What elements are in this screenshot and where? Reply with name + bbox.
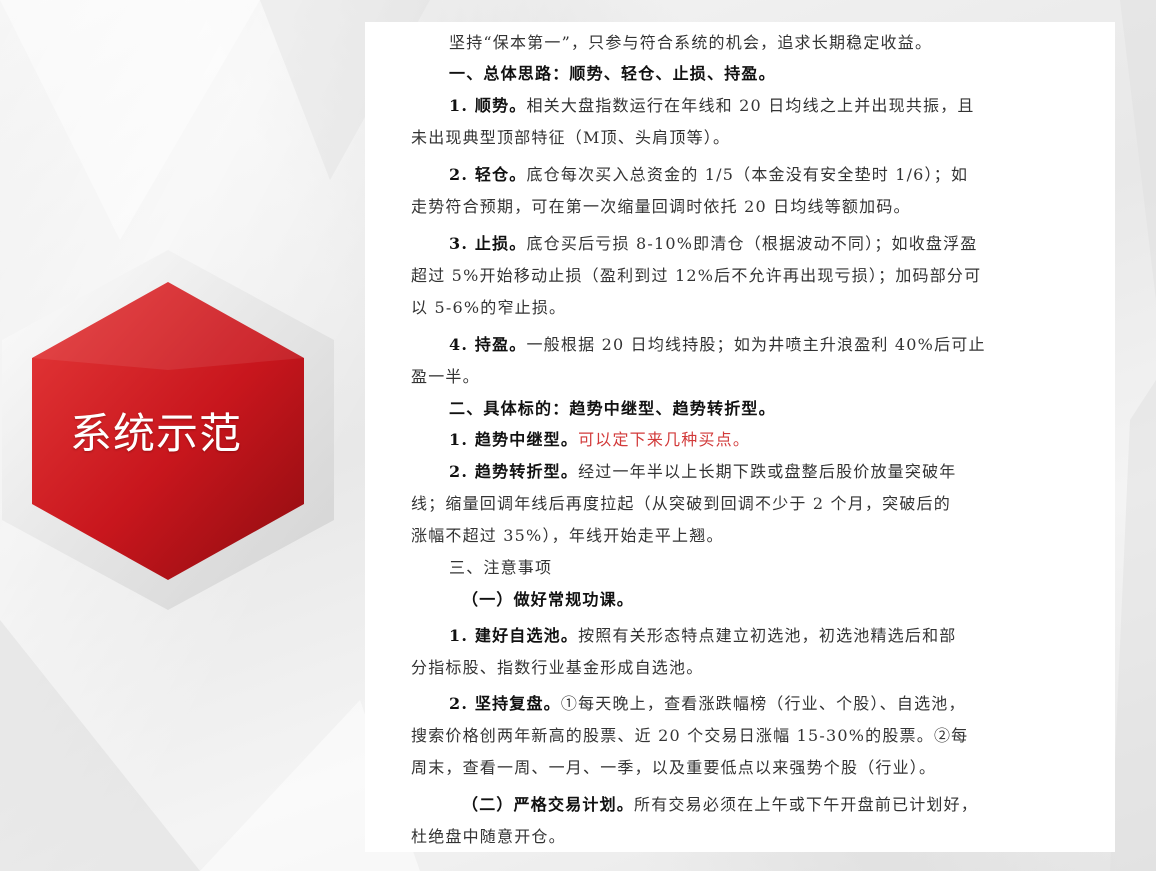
document-line: 4. 持盈。一般根据 20 日均线持股；如为井喷主升浪盈利 40%后可止 xyxy=(449,335,986,355)
line-heading: 1. 顺势。 xyxy=(449,96,527,115)
document-line: 三、注意事项 xyxy=(449,558,552,578)
document-line: （一）做好常规功课。 xyxy=(462,590,634,610)
highlighted-text: 可以定下来几种买点。 xyxy=(578,430,751,449)
document-line: 2. 坚持复盘。①每天晚上，查看涨跌幅榜（行业、个股）、自选池， xyxy=(449,694,966,714)
line-heading: （二）严格交易计划。 xyxy=(462,795,635,814)
line-text: 一般根据 20 日均线持股；如为井喷主升浪盈利 40%后可止 xyxy=(526,335,986,354)
line-text: 以 5-6%的窄止损。 xyxy=(411,298,567,317)
line-text: 盈一半。 xyxy=(411,367,480,386)
line-text: 底仓买后亏损 8-10%即清仓（根据波动不同）；如收盘浮盈 xyxy=(526,234,978,253)
line-heading: 二、具体标的：趋势中继型、趋势转折型。 xyxy=(449,399,776,418)
line-heading: 1. 建好自选池。 xyxy=(449,626,579,645)
slide-title: 系统示范 xyxy=(70,409,243,458)
document-line: 一、总体思路：顺势、轻仓、止损、持盈。 xyxy=(449,64,776,84)
document-line: 周末，查看一周、一月、一季，以及重要低点以来强势个股（行业）。 xyxy=(411,758,936,778)
document-line: 超过 5%开始移动止损（盈利到过 12%后不允许再出现亏损）；加码部分可 xyxy=(411,266,981,286)
document-line: 2. 轻仓。底仓每次买入总资金的 1/5（本金没有安全垫时 1/6）；如 xyxy=(449,165,968,185)
line-heading: （一）做好常规功课。 xyxy=(462,590,635,609)
document-line: 未出现典型顶部特征（M顶、头肩顶等）。 xyxy=(411,128,730,148)
document-line: 分指标股、指数行业基金形成自选池。 xyxy=(411,658,703,678)
line-text: 所有交易必须在上午或下午开盘前已计划好， xyxy=(634,795,979,814)
line-text: 按照有关形态特点建立初选池，初选池精选后和部 xyxy=(578,626,957,645)
line-text: 经过一年半以上长期下跌或盘整后股价放量突破年 xyxy=(578,462,957,481)
line-text: 坚持“保本第一”，只参与符合系统的机会，追求长期稳定收益。 xyxy=(449,33,933,52)
line-text: 线；缩量回调年线后再度拉起（从突破到回调不少于 2 个月，突破后的 xyxy=(411,494,951,513)
document-line: 2. 趋势转折型。经过一年半以上长期下跌或盘整后股价放量突破年 xyxy=(449,462,956,482)
document-line: 3. 止损。底仓买后亏损 8-10%即清仓（根据波动不同）；如收盘浮盈 xyxy=(449,234,978,254)
line-heading: 2. 坚持复盘。 xyxy=(449,694,561,713)
line-text: 相关大盘指数运行在年线和 20 日均线之上并出现共振，且 xyxy=(526,96,975,115)
line-text: 超过 5%开始移动止损（盈利到过 12%后不允许再出现亏损）；加码部分可 xyxy=(411,266,982,285)
document-line: 走势符合预期，可在第一次缩量回调时依托 20 日均线等额加码。 xyxy=(411,197,911,217)
line-heading: 1. 趋势中继型。 xyxy=(449,430,579,449)
line-heading: 一、总体思路：顺势、轻仓、止损、持盈。 xyxy=(449,64,776,83)
line-text: 走势符合预期，可在第一次缩量回调时依托 20 日均线等额加码。 xyxy=(411,197,911,216)
document-line: 杜绝盘中随意开仓。 xyxy=(411,827,566,847)
line-text: 涨幅不超过 35%），年线开始走平上翘。 xyxy=(411,526,724,545)
line-heading: 4. 持盈。 xyxy=(449,335,527,354)
line-heading: 2. 轻仓。 xyxy=(449,165,527,184)
line-heading: 3. 止损。 xyxy=(449,234,527,253)
line-text: ①每天晚上，查看涨跌幅榜（行业、个股）、自选池， xyxy=(560,694,966,713)
document-line: 1. 顺势。相关大盘指数运行在年线和 20 日均线之上并出现共振，且 xyxy=(449,96,975,116)
line-text: 底仓每次买入总资金的 1/5（本金没有安全垫时 1/6）；如 xyxy=(526,165,969,184)
line-heading: 2. 趋势转折型。 xyxy=(449,462,579,481)
line-text: 分指标股、指数行业基金形成自选池。 xyxy=(411,658,704,677)
document-line: 1. 建好自选池。按照有关形态特点建立初选池，初选池精选后和部 xyxy=(449,626,956,646)
line-text: 未出现典型顶部特征（M顶、头肩顶等）。 xyxy=(411,128,731,147)
document-line: 搜索价格创两年新高的股票、近 20 个交易日涨幅 15-30%的股票。②每 xyxy=(411,726,968,746)
document-line: 坚持“保本第一”，只参与符合系统的机会，追求长期稳定收益。 xyxy=(449,33,932,53)
document-line: （二）严格交易计划。所有交易必须在上午或下午开盘前已计划好， xyxy=(462,795,978,815)
document-line: 1. 趋势中继型。可以定下来几种买点。 xyxy=(449,430,750,450)
line-text: 搜索价格创两年新高的股票、近 20 个交易日涨幅 15-30%的股票。②每 xyxy=(411,726,969,745)
document-line: 盈一半。 xyxy=(411,367,480,387)
document-line: 线；缩量回调年线后再度拉起（从突破到回调不少于 2 个月，突破后的 xyxy=(411,494,951,514)
document-line: 二、具体标的：趋势中继型、趋势转折型。 xyxy=(449,399,776,419)
line-text: 周末，查看一周、一月、一季，以及重要低点以来强势个股（行业）。 xyxy=(411,758,937,777)
line-text: 杜绝盘中随意开仓。 xyxy=(411,827,566,846)
document-line: 涨幅不超过 35%），年线开始走平上翘。 xyxy=(411,526,724,546)
line-text: 三、注意事项 xyxy=(449,558,553,577)
document-line: 以 5-6%的窄止损。 xyxy=(411,298,566,318)
